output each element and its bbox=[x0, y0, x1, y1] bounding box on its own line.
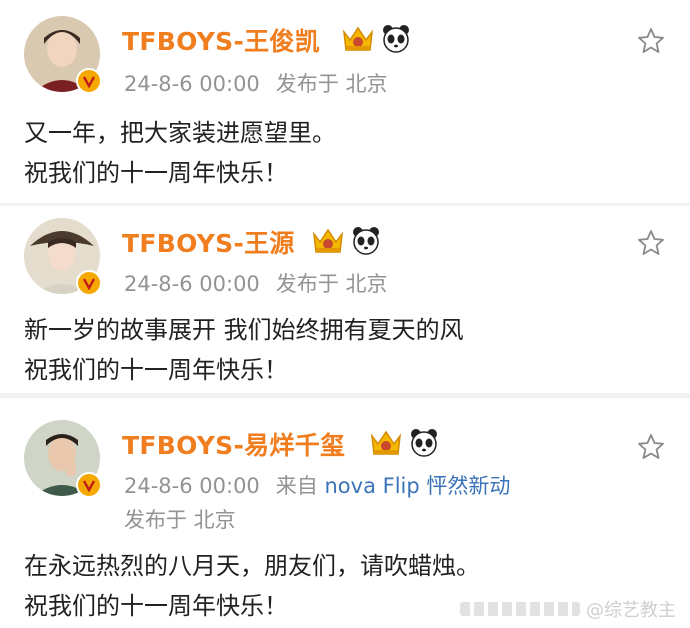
crown-vip-icon bbox=[312, 228, 344, 253]
crown-vip-icon bbox=[342, 26, 374, 51]
post-content: 又一年，把大家装进愿望里。 祝我们的十一周年快乐！ bbox=[24, 113, 336, 193]
watermark-blur bbox=[460, 602, 580, 616]
content-line: 祝我们的十一周年快乐！ bbox=[24, 592, 288, 620]
crown-vip-icon bbox=[370, 430, 402, 455]
post-content: 在永远热烈的八月天，朋友们，请吹蜡烛。 祝我们的十一周年快乐！ bbox=[24, 546, 480, 626]
username[interactable]: TFBOYS-王源 bbox=[122, 224, 295, 260]
content-line: 祝我们的十一周年快乐！ bbox=[24, 356, 288, 384]
avatar[interactable] bbox=[24, 420, 102, 498]
content-line: 祝我们的十一周年快乐！ bbox=[24, 159, 288, 187]
post-time: 24-8-6 00:00 bbox=[124, 272, 260, 296]
content-line: 在永远热烈的八月天，朋友们，请吹蜡烛。 bbox=[24, 552, 480, 580]
badges bbox=[340, 22, 412, 54]
watermark: @综艺教主 bbox=[460, 596, 676, 622]
panda-icon bbox=[383, 25, 409, 53]
content-line: 新一岁的故事展开 我们始终拥有夏天的风 bbox=[24, 316, 464, 344]
post-location: 发布于 北京 bbox=[275, 72, 388, 96]
post-location: 发布于 北京 bbox=[275, 272, 388, 296]
post-meta: 24-8-6 00:00 发布于 北京 bbox=[124, 268, 387, 298]
post-card-3[interactable]: TFBOYS-易烊千玺 24-8-6 00:00 来自 nova Flip 怦然新… bbox=[0, 398, 690, 628]
watermark-text: @综艺教主 bbox=[586, 600, 676, 621]
username[interactable]: TFBOYS-易烊千玺 bbox=[122, 426, 345, 462]
avatar[interactable] bbox=[24, 16, 102, 94]
post-content: 新一岁的故事展开 我们始终拥有夏天的风 祝我们的十一周年快乐！ bbox=[24, 310, 464, 390]
post-time: 24-8-6 00:00 bbox=[124, 72, 260, 96]
post-location: 发布于 北京 bbox=[124, 508, 236, 532]
post-time: 24-8-6 00:00 bbox=[124, 474, 260, 498]
post-meta: 24-8-6 00:00 来自 nova Flip 怦然新动 bbox=[124, 470, 510, 500]
favorite-star-icon[interactable] bbox=[636, 228, 666, 258]
content-line: 又一年，把大家装进愿望里。 bbox=[24, 119, 336, 147]
verified-v-icon bbox=[76, 472, 102, 498]
avatar[interactable] bbox=[24, 218, 102, 296]
post-meta: 24-8-6 00:00 发布于 北京 bbox=[124, 68, 387, 98]
panda-icon bbox=[353, 227, 379, 255]
post-card-2[interactable]: TFBOYS-王源 24-8-6 00:00 发布于 北京 新一岁的故事展开 我们… bbox=[0, 206, 690, 393]
favorite-star-icon[interactable] bbox=[636, 26, 666, 56]
source-prefix: 来自 bbox=[275, 474, 318, 498]
post-location-row: 发布于 北京 bbox=[124, 504, 236, 534]
username[interactable]: TFBOYS-王俊凯 bbox=[122, 22, 320, 58]
verified-v-icon bbox=[76, 68, 102, 94]
verified-v-icon bbox=[76, 270, 102, 296]
post-card-1[interactable]: TFBOYS-王俊凯 24-8-6 00:00 发布于 北京 又一年，把大家装进愿… bbox=[0, 0, 690, 203]
source-link[interactable]: nova Flip 怦然新动 bbox=[324, 474, 510, 498]
favorite-star-icon[interactable] bbox=[636, 432, 666, 462]
weibo-feed: TFBOYS-王俊凯 24-8-6 00:00 发布于 北京 又一年，把大家装进愿… bbox=[0, 0, 690, 628]
panda-icon bbox=[411, 429, 437, 457]
badges bbox=[310, 224, 382, 256]
badges bbox=[368, 426, 440, 458]
